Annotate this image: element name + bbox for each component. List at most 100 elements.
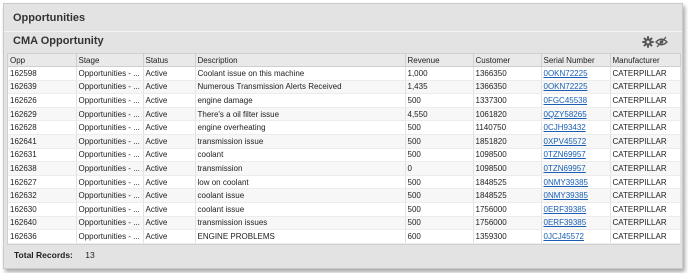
table-row[interactable]: 162641 Opportunities - ... Active transmiss… <box>8 134 681 149</box>
revenue-cell: 600 <box>405 229 474 244</box>
manufacturer-cell: CATERPILLAR <box>610 107 681 122</box>
customer-cell: 1848525 <box>473 188 542 203</box>
opp-cell: 162627 <box>8 175 77 190</box>
manufacturer-cell: CATERPILLAR <box>610 93 681 108</box>
customer-cell: 1851820 <box>473 134 542 149</box>
description-cell: coolant issue <box>195 188 406 203</box>
serial-number-link[interactable]: 0ERF39385 <box>544 205 587 214</box>
serial-number-link[interactable]: 0TZN69957 <box>544 164 586 173</box>
customer-cell: 1366350 <box>473 66 542 81</box>
manufacturer-cell: CATERPILLAR <box>610 120 681 135</box>
opportunities-panel: Opportunities CMA Opportunity Opp Stage … <box>3 3 683 269</box>
table-row[interactable]: 162626 Opportunities - ... Active engine da… <box>8 93 681 108</box>
table-row[interactable]: 162628 Opportunities - ... Active engine ov… <box>8 120 681 135</box>
opportunities-table: Opp Stage Status Description Revenue Customer… <box>7 53 681 245</box>
status-cell: Active <box>143 216 196 231</box>
table-row[interactable]: 162632 Opportunities - ... Active coolant i… <box>8 188 681 203</box>
serial-number-link[interactable]: 0QZY58265 <box>544 110 587 119</box>
table-row[interactable]: 162598 Opportunities - ... Active Coolant i… <box>8 66 681 81</box>
description-cell: engine damage <box>195 93 406 108</box>
column-header-serial-number[interactable]: Serial Number <box>541 54 611 67</box>
description-cell: Coolant issue on this machine <box>195 66 406 81</box>
panel-divider <box>4 31 682 32</box>
table-row[interactable]: 162640 Opportunities - ... Active transmiss… <box>8 216 681 231</box>
serial-number-cell: 0ERF39385 <box>541 216 611 231</box>
serial-number-link[interactable]: 0NMY39385 <box>544 191 588 200</box>
table-row[interactable]: 162627 Opportunities - ... Active low on co… <box>8 175 681 190</box>
column-header-description[interactable]: Description <box>195 54 406 67</box>
opp-cell: 162631 <box>8 148 77 163</box>
table-row[interactable]: 162630 Opportunities - ... Active coolant i… <box>8 202 681 217</box>
description-cell: coolant <box>195 148 406 163</box>
column-header-manufacturer[interactable]: Manufacturer <box>610 54 681 67</box>
stage-cell: Opportunities - ... <box>76 148 144 163</box>
manufacturer-cell: CATERPILLAR <box>610 66 681 81</box>
serial-number-link[interactable]: 0JCJ45572 <box>544 232 584 241</box>
opp-cell: 162639 <box>8 80 77 95</box>
gear-icon[interactable] <box>642 36 654 48</box>
stage-cell: Opportunities - ... <box>76 202 144 217</box>
table-row[interactable]: 162638 Opportunities - ... Active transmiss… <box>8 161 681 176</box>
description-cell: There's a oil filter issue <box>195 107 406 122</box>
opp-cell: 162632 <box>8 188 77 203</box>
revenue-cell: 500 <box>405 216 474 231</box>
revenue-cell: 1,000 <box>405 66 474 81</box>
serial-number-link[interactable]: 0CJH93432 <box>544 123 586 132</box>
total-records: Total Records: 13 <box>14 250 95 260</box>
stage-cell: Opportunities - ... <box>76 188 144 203</box>
table-row[interactable]: 162636 Opportunities - ... Active ENGINE PR… <box>8 229 681 244</box>
column-header-customer[interactable]: Customer <box>473 54 542 67</box>
status-cell: Active <box>143 148 196 163</box>
serial-number-link[interactable]: 0FGC45538 <box>544 96 588 105</box>
serial-number-link[interactable]: 0XPV45572 <box>544 137 587 146</box>
column-header-stage[interactable]: Stage <box>76 54 144 67</box>
serial-number-link[interactable]: 0OKN72225 <box>544 82 588 91</box>
opp-cell: 162626 <box>8 93 77 108</box>
serial-number-link[interactable]: 0TZN69957 <box>544 150 586 159</box>
revenue-cell: 1,435 <box>405 80 474 95</box>
customer-cell: 1061820 <box>473 107 542 122</box>
serial-number-cell: 0OKN72225 <box>541 66 611 81</box>
status-cell: Active <box>143 80 196 95</box>
status-cell: Active <box>143 134 196 149</box>
status-cell: Active <box>143 66 196 81</box>
customer-cell: 1140750 <box>473 120 542 135</box>
table-body: 162598 Opportunities - ... Active Coolant i… <box>8 66 681 244</box>
table-row[interactable]: 162631 Opportunities - ... Active coolant 50… <box>8 148 681 163</box>
customer-cell: 1098500 <box>473 161 542 176</box>
stage-cell: Opportunities - ... <box>76 161 144 176</box>
revenue-cell: 500 <box>405 188 474 203</box>
status-cell: Active <box>143 107 196 122</box>
opp-cell: 162640 <box>8 216 77 231</box>
serial-number-cell: 0TZN69957 <box>541 161 611 176</box>
manufacturer-cell: CATERPILLAR <box>610 229 681 244</box>
description-cell: transmission issues <box>195 216 406 231</box>
opp-cell: 162630 <box>8 202 77 217</box>
table-row[interactable]: 162629 Opportunities - ... Active There's a… <box>8 107 681 122</box>
opp-cell: 162638 <box>8 161 77 176</box>
manufacturer-cell: CATERPILLAR <box>610 188 681 203</box>
description-cell: coolant issue <box>195 202 406 217</box>
description-cell: transmission <box>195 161 406 176</box>
opp-cell: 162641 <box>8 134 77 149</box>
serial-number-link[interactable]: 0ERF39385 <box>544 218 587 227</box>
serial-number-link[interactable]: 0OKN72225 <box>544 69 588 78</box>
column-header-opp[interactable]: Opp <box>8 54 77 67</box>
column-header-revenue[interactable]: Revenue <box>405 54 474 67</box>
serial-number-cell: 0QZY58265 <box>541 107 611 122</box>
opp-cell: 162629 <box>8 107 77 122</box>
description-cell: low on coolant <box>195 175 406 190</box>
serial-number-link[interactable]: 0NMY39385 <box>544 178 588 187</box>
serial-number-cell: 0ERF39385 <box>541 202 611 217</box>
stage-cell: Opportunities - ... <box>76 80 144 95</box>
section-title: CMA Opportunity <box>13 35 104 47</box>
manufacturer-cell: CATERPILLAR <box>610 80 681 95</box>
hide-columns-icon[interactable] <box>655 36 668 48</box>
column-header-status[interactable]: Status <box>143 54 196 67</box>
serial-number-cell: 0XPV45572 <box>541 134 611 149</box>
table-row[interactable]: 162639 Opportunities - ... Active Numerous … <box>8 80 681 95</box>
status-cell: Active <box>143 229 196 244</box>
opp-cell: 162636 <box>8 229 77 244</box>
opp-cell: 162598 <box>8 66 77 81</box>
customer-cell: 1848525 <box>473 175 542 190</box>
